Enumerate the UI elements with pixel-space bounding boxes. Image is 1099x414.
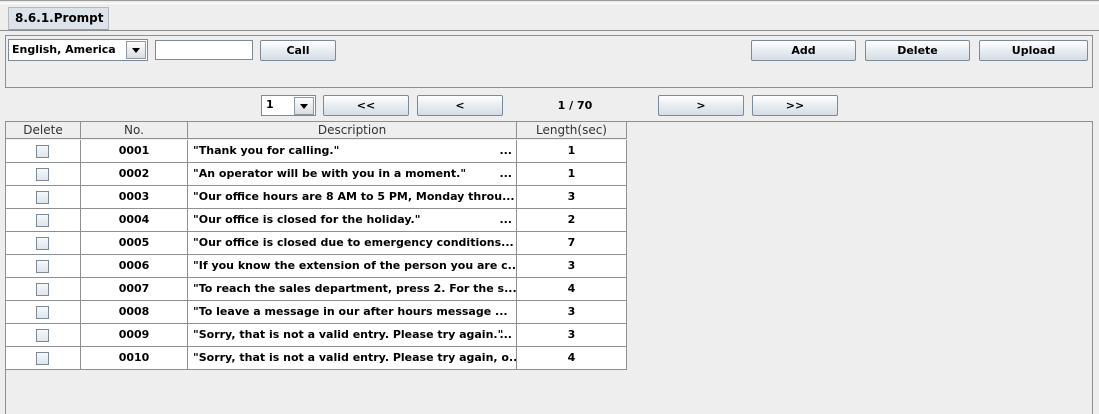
row-description: "Our office is closed due to emergency c… — [188, 232, 517, 255]
column-header-no[interactable]: No. — [81, 122, 188, 139]
language-select[interactable]: English, America — [8, 39, 148, 61]
delete-cell — [6, 255, 81, 278]
delete-checkbox[interactable] — [36, 168, 49, 181]
row-description: "To reach the sales department, press 2.… — [188, 278, 517, 301]
row-length: 1 — [517, 140, 627, 163]
row-description: "Our office hours are 8 AM to 5 PM, Mond… — [188, 186, 517, 209]
row-description: "Thank you for calling."... — [188, 140, 517, 163]
row-description: "To leave a message in our after hours m… — [188, 301, 517, 324]
chevron-down-icon — [300, 104, 308, 109]
delete-button[interactable]: Delete — [865, 40, 970, 61]
row-description: "An operator will be with you in a momen… — [188, 163, 517, 186]
row-length: 3 — [517, 324, 627, 347]
row-description: "Sorry, that is not a valid entry. Pleas… — [188, 347, 517, 370]
prev-page-button[interactable]: < — [417, 95, 503, 116]
delete-cell — [6, 209, 81, 232]
chevron-down-icon — [132, 48, 140, 53]
upload-button[interactable]: Upload — [979, 40, 1088, 61]
delete-cell — [6, 301, 81, 324]
row-description: "Sorry, that is not a valid entry. Pleas… — [188, 324, 517, 347]
delete-checkbox[interactable] — [36, 191, 49, 204]
row-number: 0001 — [81, 140, 188, 163]
description-text: "An operator will be with you in a momen… — [193, 167, 467, 180]
first-page-button[interactable]: << — [323, 95, 409, 116]
page-select[interactable]: 1 — [261, 95, 316, 116]
description-text: "Sorry, that is not a valid entry. Pleas… — [193, 328, 504, 341]
delete-cell — [6, 232, 81, 255]
delete-checkbox[interactable] — [36, 352, 49, 365]
delete-checkbox[interactable] — [36, 145, 49, 158]
delete-cell — [6, 324, 81, 347]
row-number: 0010 — [81, 347, 188, 370]
tab-prompt[interactable]: 8.6.1.Prompt — [8, 7, 109, 31]
description-text: "To leave a message in our after hours m… — [193, 305, 508, 318]
description-text: "Our office is closed for the holiday." — [193, 213, 421, 226]
row-length: 2 — [517, 209, 627, 232]
row-length: 4 — [517, 347, 627, 370]
next-page-button[interactable]: > — [658, 95, 744, 116]
delete-cell — [6, 347, 81, 370]
delete-checkbox[interactable] — [36, 214, 49, 227]
description-text: "Our office is closed due to emergency c… — [193, 236, 514, 249]
description-text: "If you know the extension of the person… — [193, 259, 517, 272]
language-value: English, America — [12, 43, 116, 56]
description-text: "Our office hours are 8 AM to 5 PM, Mond… — [193, 190, 515, 203]
description-ellipsis: ... — [499, 167, 512, 180]
add-button[interactable]: Add — [751, 40, 856, 61]
column-header-length[interactable]: Length(sec) — [517, 122, 627, 139]
page-status: 1 / 70 — [557, 99, 593, 112]
column-header-description[interactable]: Description — [188, 122, 517, 139]
row-length: 3 — [517, 186, 627, 209]
delete-checkbox[interactable] — [36, 237, 49, 250]
row-number: 0007 — [81, 278, 188, 301]
delete-cell — [6, 140, 81, 163]
description-ellipsis: ... — [499, 144, 512, 157]
row-number: 0004 — [81, 209, 188, 232]
row-length: 1 — [517, 163, 627, 186]
delete-cell — [6, 186, 81, 209]
delete-checkbox[interactable] — [36, 283, 49, 296]
delete-cell — [6, 163, 81, 186]
row-length: 7 — [517, 232, 627, 255]
row-number: 0002 — [81, 163, 188, 186]
delete-cell — [6, 278, 81, 301]
last-page-button[interactable]: >> — [752, 95, 838, 116]
row-length: 4 — [517, 278, 627, 301]
row-length: 3 — [517, 301, 627, 324]
column-header-delete[interactable]: Delete — [6, 122, 81, 139]
row-number: 0009 — [81, 324, 188, 347]
row-description: "If you know the extension of the person… — [188, 255, 517, 278]
row-length: 3 — [517, 255, 627, 278]
language-dropdown-button[interactable] — [126, 41, 146, 59]
row-number: 0006 — [81, 255, 188, 278]
description-text: "Sorry, that is not a valid entry. Pleas… — [193, 351, 517, 364]
description-ellipsis: ... — [499, 328, 512, 341]
call-number-input[interactable] — [155, 40, 253, 60]
delete-checkbox[interactable] — [36, 329, 49, 342]
delete-checkbox[interactable] — [36, 306, 49, 319]
delete-checkbox[interactable] — [36, 260, 49, 273]
description-text: "Thank you for calling." — [193, 144, 340, 157]
call-button[interactable]: Call — [260, 40, 336, 61]
description-ellipsis: ... — [499, 213, 512, 226]
row-number: 0008 — [81, 301, 188, 324]
description-text: "To reach the sales department, press 2.… — [193, 282, 517, 295]
row-description: "Our office is closed for the holiday.".… — [188, 209, 517, 232]
page-select-value: 1 — [266, 98, 274, 111]
row-number: 0005 — [81, 232, 188, 255]
row-number: 0003 — [81, 186, 188, 209]
tab-divider — [0, 30, 1099, 31]
window-top-border — [0, 0, 1099, 4]
page-dropdown-button[interactable] — [294, 97, 314, 115]
